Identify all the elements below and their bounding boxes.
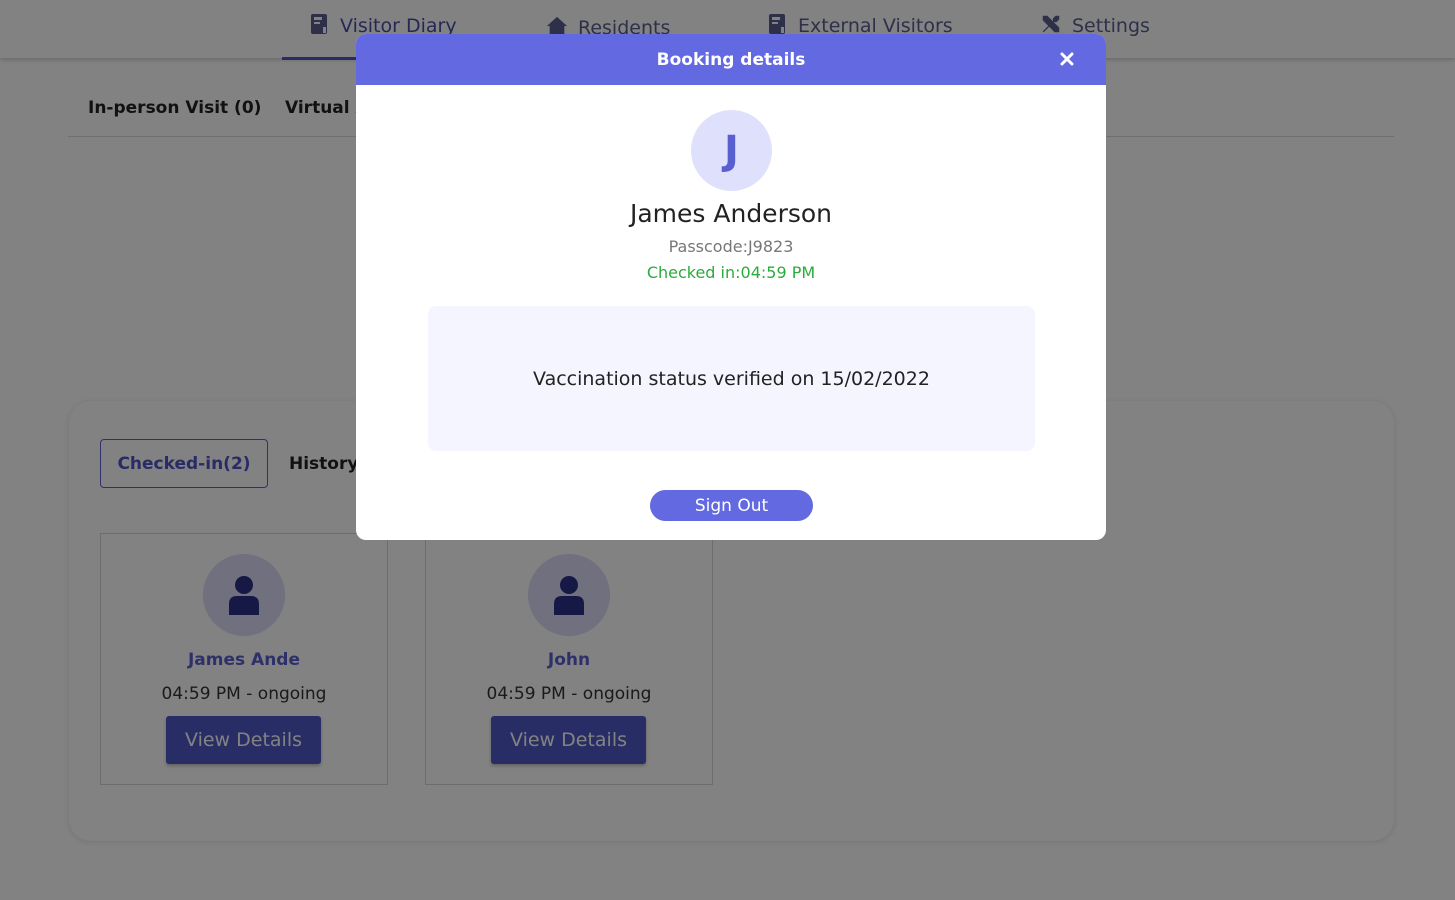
- checked-in-time: Checked in:04:59 PM: [646, 263, 816, 282]
- avatar: J: [691, 110, 772, 191]
- vaccination-status-text: Vaccination status verified on 15/02/202…: [533, 367, 930, 390]
- close-button[interactable]: [1056, 48, 1078, 70]
- passcode: Passcode:J9823: [668, 237, 794, 256]
- vaccination-status: Vaccination status verified on 15/02/202…: [428, 306, 1035, 451]
- modal-title: Booking details: [656, 49, 806, 70]
- sign-out-button[interactable]: Sign Out: [650, 490, 813, 521]
- close-icon: [1060, 52, 1074, 66]
- visitor-full-name: James Anderson: [629, 199, 833, 228]
- booking-details-modal: Booking details J James Anderson Passcod…: [356, 34, 1106, 540]
- modal-header: Booking details: [356, 34, 1106, 85]
